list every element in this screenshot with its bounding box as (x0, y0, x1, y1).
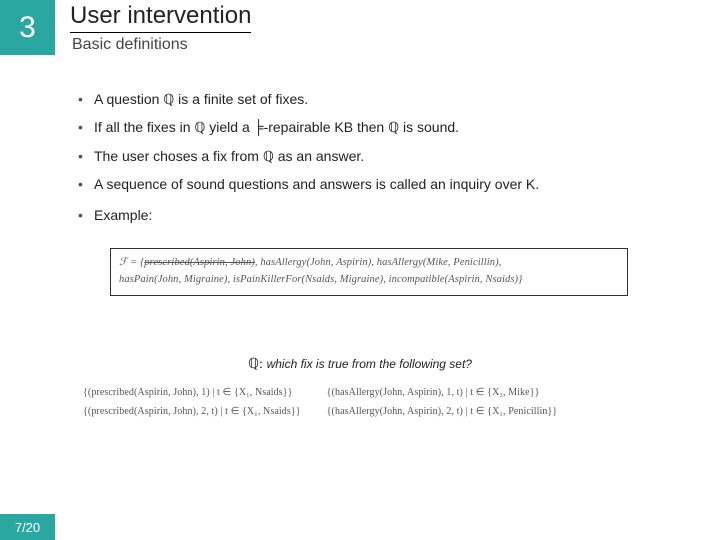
list-item: • If all the fixes in ℚ yield a ╞-repair… (78, 116, 678, 138)
slide-subtitle: Basic definitions (72, 36, 188, 54)
example-label: Example: (94, 204, 152, 226)
section-number-badge: 3 (0, 0, 55, 55)
list-item-example: • Example: (78, 204, 678, 226)
bullet-dot-icon: • (78, 116, 94, 138)
list-item-text: A sequence of sound questions and answer… (94, 173, 539, 195)
list-item-text: The user choses a fix from ℚ as an answe… (94, 145, 364, 167)
list-item: • The user choses a fix from ℚ as an ans… (78, 145, 678, 167)
page-number-badge: 7/20 (0, 514, 55, 540)
fix-set-cell: {(hasAllergy(John, Aspirin), 2, t) | t ∈… (326, 405, 559, 418)
f-set-lead: ℱ = { (119, 257, 144, 268)
fix-sets-grid: {(prescribed(Aspirin, John), 1) | t ∈ {X… (58, 380, 582, 424)
list-item-text: If all the fixes in ℚ yield a ╞-repairab… (94, 116, 459, 138)
f-set-strike: prescribed(Aspirin, John) (144, 257, 255, 268)
list-item: • A sequence of sound questions and answ… (78, 173, 678, 195)
f-set-line2: hasPain(John, Migraine), isPainKillerFor… (119, 272, 619, 289)
bullet-dot-icon: • (78, 88, 94, 110)
f-set-rest: , hasAllergy(John, Aspirin), hasAllergy(… (255, 257, 502, 268)
list-item: • A question ℚ is a finite set of fixes. (78, 88, 678, 110)
fix-set-cell: {(prescribed(Aspirin, John), 1) | t ∈ {X… (82, 386, 302, 399)
bullet-dot-icon: • (78, 204, 94, 226)
slide-title: User intervention (70, 2, 251, 33)
bullet-list: • A question ℚ is a finite set of fixes.… (78, 88, 678, 232)
list-item-text: A question ℚ is a finite set of fixes. (94, 88, 308, 110)
bullet-dot-icon: • (78, 145, 94, 167)
fix-set-cell: {(prescribed(Aspirin, John), 2, t) | t ∈… (82, 405, 302, 418)
bullet-dot-icon: • (78, 173, 94, 195)
question-text: which fix is true from the following set… (267, 357, 472, 371)
slide: 3 User intervention Basic definitions • … (0, 0, 720, 540)
table-row: {(prescribed(Aspirin, John), 2, t) | t ∈… (82, 405, 558, 418)
f-set-box: ℱ = {prescribed(Aspirin, John), hasAller… (110, 248, 628, 296)
table-row: {(prescribed(Aspirin, John), 1) | t ∈ {X… (82, 386, 558, 399)
question-symbol: ℚ: (248, 357, 263, 372)
f-set-line1: ℱ = {prescribed(Aspirin, John), hasAller… (119, 255, 619, 272)
question-line: ℚ: which fix is true from the following … (0, 356, 720, 373)
fix-set-cell: {(hasAllergy(John, Aspirin), 1, t) | t ∈… (326, 386, 559, 399)
